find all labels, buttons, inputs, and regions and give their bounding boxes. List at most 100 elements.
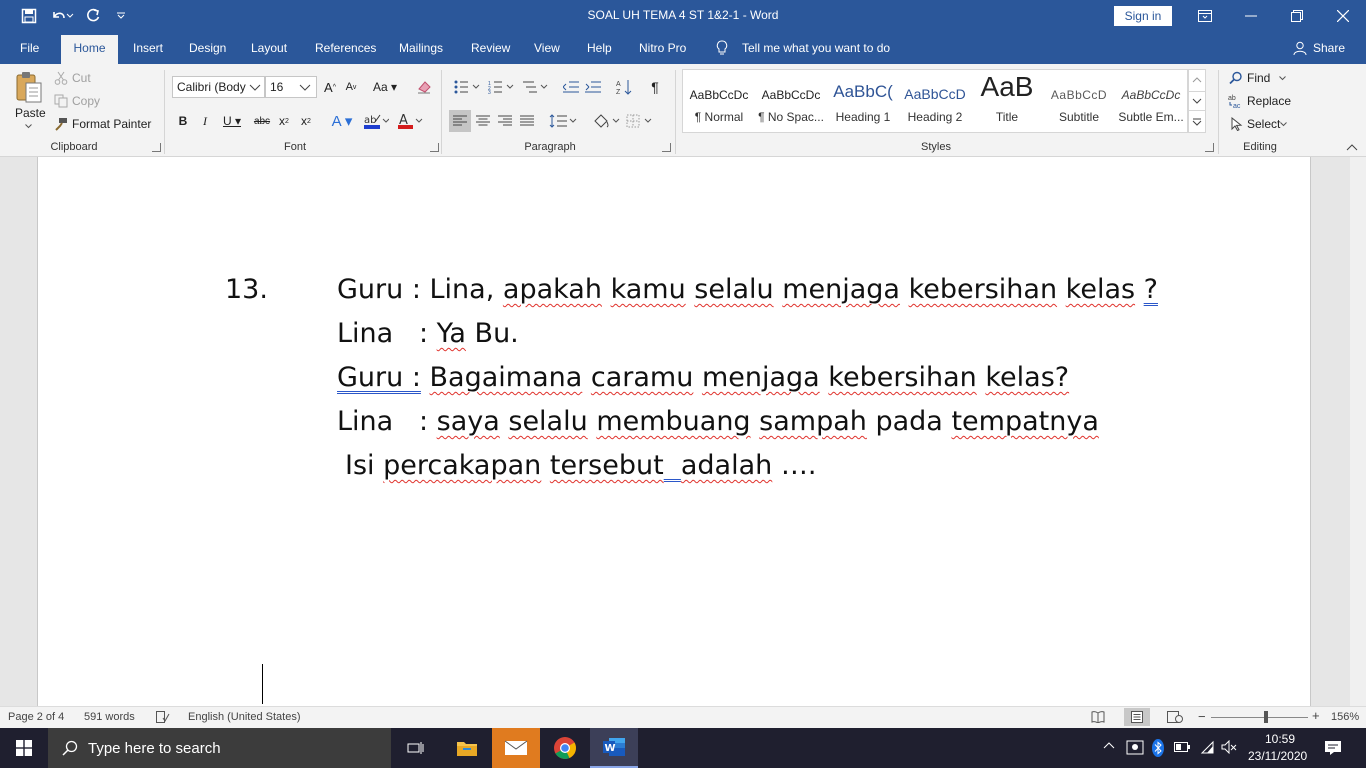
wifi-icon[interactable] <box>1199 740 1215 754</box>
justify-icon[interactable] <box>516 110 538 132</box>
clock-time[interactable]: 10:59 <box>1265 732 1295 746</box>
paste-button[interactable]: Paste <box>15 106 46 120</box>
cut-button[interactable]: Cut <box>72 71 91 85</box>
battery-icon[interactable] <box>1174 742 1190 752</box>
zoom-in-button[interactable]: + <box>1312 709 1320 722</box>
tab-view[interactable]: View <box>534 41 560 55</box>
grow-font-icon[interactable]: A ^ <box>320 76 340 98</box>
chrome-icon[interactable] <box>541 728 589 768</box>
show-hidden-icons-icon[interactable] <box>1103 741 1115 749</box>
style-subtle-emphasis[interactable]: AaBbCcDc Subtle Em... <box>1116 72 1186 130</box>
line-spacing-icon[interactable] <box>547 110 579 132</box>
styles-more-icon[interactable] <box>1189 112 1205 132</box>
increase-indent-icon[interactable] <box>583 76 603 98</box>
replace-button[interactable]: Replace <box>1247 94 1291 108</box>
font-color-icon[interactable]: A <box>395 110 425 132</box>
tab-nitro-pro[interactable]: Nitro Pro <box>639 41 686 55</box>
paragraph-launcher-icon[interactable] <box>662 143 671 152</box>
shading-icon[interactable] <box>590 110 622 132</box>
clear-formatting-icon[interactable] <box>413 76 435 98</box>
tab-references[interactable]: References <box>315 41 376 55</box>
select-dropdown-icon[interactable] <box>1280 122 1287 127</box>
style-heading-1[interactable]: AaBbC( Heading 1 <box>828 72 898 130</box>
font-name-dropdown-icon[interactable] <box>249 84 261 91</box>
notifications-icon[interactable] <box>1324 740 1342 756</box>
zoom-out-button[interactable]: − <box>1198 710 1206 723</box>
underline-icon[interactable]: U ▾ <box>218 110 246 132</box>
styles-down-icon[interactable] <box>1189 91 1205 111</box>
customize-toolbar-icon[interactable] <box>110 6 132 26</box>
sort-icon[interactable]: AZ <box>614 76 634 98</box>
bluetooth-icon[interactable] <box>1152 739 1164 757</box>
subscript-icon[interactable]: x2 <box>275 110 293 132</box>
tell-me-search[interactable]: Tell me what you want to do <box>742 41 890 55</box>
zoom-slider[interactable] <box>1211 717 1308 718</box>
change-case-icon[interactable]: Aa ▾ <box>370 76 400 98</box>
mail-app-icon[interactable] <box>492 728 540 768</box>
styles-up-icon[interactable] <box>1189 70 1205 90</box>
page-indicator[interactable]: Page 2 of 4 <box>8 711 64 723</box>
style-title[interactable]: AaB Title <box>972 72 1042 130</box>
zoom-slider-thumb[interactable] <box>1264 711 1268 723</box>
print-layout-icon[interactable] <box>1124 708 1150 726</box>
vertical-scrollbar[interactable] <box>1350 157 1366 706</box>
align-center-icon[interactable] <box>472 110 494 132</box>
tab-layout[interactable]: Layout <box>251 41 287 55</box>
web-layout-icon[interactable] <box>1167 711 1183 723</box>
superscript-icon[interactable]: x2 <box>297 110 315 132</box>
proofing-icon[interactable] <box>156 711 170 724</box>
clock-date[interactable]: 23/11/2020 <box>1248 749 1307 763</box>
find-dropdown-icon[interactable] <box>1279 76 1286 81</box>
find-button[interactable]: Find <box>1247 71 1270 85</box>
redo-icon[interactable] <box>82 6 104 26</box>
ribbon-display-options-icon[interactable] <box>1182 0 1228 32</box>
select-button[interactable]: Select <box>1247 117 1280 131</box>
paste-icon[interactable] <box>12 68 46 108</box>
tab-home[interactable]: Home <box>61 35 118 64</box>
collapse-ribbon-icon[interactable] <box>1346 144 1358 151</box>
tab-review[interactable]: Review <box>471 41 510 55</box>
style-subtitle[interactable]: AaBbCcD Subtitle <box>1044 72 1114 130</box>
share-button[interactable]: Share <box>1313 41 1345 55</box>
document-page[interactable]: 13. Guru : Lina, apakah kamu selalu menj… <box>37 157 1311 706</box>
close-button[interactable] <box>1320 0 1366 32</box>
bullets-icon[interactable] <box>452 76 482 98</box>
shrink-font-icon[interactable]: Av <box>342 76 360 98</box>
tab-help[interactable]: Help <box>587 41 612 55</box>
word-taskbar-icon[interactable]: W <box>590 728 638 768</box>
font-launcher-icon[interactable] <box>430 143 439 152</box>
restore-button[interactable] <box>1274 0 1320 32</box>
taskbar-search-box[interactable]: Type here to search <box>48 728 391 768</box>
paste-dropdown-icon[interactable] <box>25 124 32 129</box>
text-effects-icon[interactable]: A ▾ <box>327 110 357 132</box>
show-formatting-icon[interactable]: ¶ <box>645 76 665 98</box>
zoom-level[interactable]: 156% <box>1331 711 1359 723</box>
style-no-spacing[interactable]: AaBbCcDc ¶ No Spac... <box>756 72 826 130</box>
file-explorer-icon[interactable] <box>443 728 491 768</box>
numbering-icon[interactable]: 123 <box>486 76 516 98</box>
tab-file[interactable]: File <box>20 41 39 55</box>
undo-dropdown-icon[interactable] <box>64 6 76 26</box>
clipboard-launcher-icon[interactable] <box>152 143 161 152</box>
word-count[interactable]: 591 words <box>84 711 135 723</box>
task-view-icon[interactable] <box>392 728 440 768</box>
multilevel-list-icon[interactable] <box>520 76 550 98</box>
style-normal[interactable]: AaBbCcDc ¶ Normal <box>684 72 754 130</box>
read-mode-icon[interactable] <box>1091 711 1105 723</box>
borders-icon[interactable] <box>624 110 656 132</box>
meet-now-icon[interactable] <box>1126 740 1144 756</box>
highlight-icon[interactable]: ab <box>360 110 392 132</box>
strikethrough-icon[interactable]: abc <box>252 110 272 132</box>
minimize-button[interactable] <box>1228 0 1274 32</box>
styles-launcher-icon[interactable] <box>1205 143 1214 152</box>
copy-button[interactable]: Copy <box>72 94 100 108</box>
tab-insert[interactable]: Insert <box>133 41 163 55</box>
decrease-indent-icon[interactable] <box>561 76 581 98</box>
font-size-dropdown-icon[interactable] <box>299 84 311 91</box>
tab-design[interactable]: Design <box>189 41 226 55</box>
align-left-icon[interactable] <box>449 110 471 132</box>
sign-in-button[interactable]: Sign in <box>1114 6 1172 26</box>
italic-icon[interactable]: I <box>196 110 214 132</box>
bold-icon[interactable]: B <box>174 110 192 132</box>
language-indicator[interactable]: English (United States) <box>188 711 301 723</box>
